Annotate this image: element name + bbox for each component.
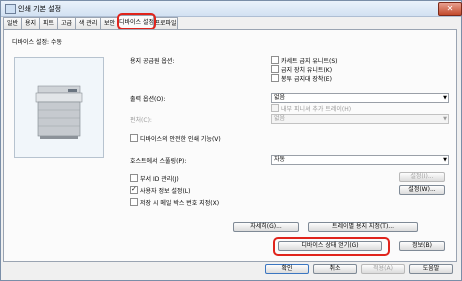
cassette-feed-unit-checkbox[interactable] xyxy=(271,56,279,64)
cancel-button[interactable]: 취소 xyxy=(313,264,357,274)
dropdown-arrow-icon: ▼ xyxy=(443,116,447,122)
details-button[interactable]: 자세히(G)... xyxy=(233,222,299,232)
paper-by-tray-button[interactable]: 트레이별 용지 지정(T)... xyxy=(308,222,418,232)
tab-general[interactable]: 일반 xyxy=(3,17,22,29)
apply-button[interactable]: 적용(A) xyxy=(361,264,405,274)
dropdown-arrow-icon: ▼ xyxy=(443,157,447,163)
tab-advanced[interactable]: 고급 xyxy=(57,17,76,29)
spooling-value: 자동 xyxy=(274,156,286,163)
tab-fit[interactable]: 피트 xyxy=(39,17,58,29)
ok-button[interactable]: 확인 xyxy=(265,264,309,274)
department-id-checkbox[interactable] xyxy=(130,174,138,182)
get-device-status-button[interactable]: 디바이스 상태 얻기(G) xyxy=(278,241,382,251)
department-id-settings-button[interactable]: 설정(I)... xyxy=(399,172,445,182)
inner-tray-label: 내부 피니셔 추가 트레이(H) xyxy=(281,106,352,113)
user-info-label: 사용자 정보 설정(L) xyxy=(140,188,191,195)
mailbox-number-checkbox[interactable] xyxy=(130,198,138,206)
help-button[interactable]: 도움말 xyxy=(409,264,453,274)
mailbox-number-label: 저장 시 메일 박스 번호 지정(X) xyxy=(140,200,220,207)
envelope-feeder-checkbox[interactable] xyxy=(271,74,279,82)
info-button[interactable]: 정보(B) xyxy=(399,241,445,251)
dropdown-arrow-icon: ▼ xyxy=(443,95,447,101)
print-preferences-window: 인쇄 기본 설정 ✕ 일반 용지 피트 고급 색 관리 보안 디바이스 설정 프… xyxy=(0,0,462,281)
secure-print-label: 디바이스의 안전한 인쇄 기능(V) xyxy=(140,136,221,143)
tab-color-management[interactable]: 색 관리 xyxy=(75,17,101,29)
spooling-label: 호스트에서 스풀링(P): xyxy=(130,158,187,165)
window-title: 인쇄 기본 설정 xyxy=(18,5,62,13)
printer-icon xyxy=(5,4,16,14)
output-options-value: 없음 xyxy=(274,94,286,101)
tab-profile[interactable]: 프로파일 xyxy=(153,17,178,29)
title-bar[interactable]: 인쇄 기본 설정 ✕ xyxy=(1,1,462,17)
device-settings-mode: 디바이스 설정: 수동 xyxy=(12,39,62,46)
paper-source-options-label: 용지 공급원 옵션: xyxy=(130,58,175,65)
copier-illustration xyxy=(35,85,83,139)
checkmark-icon: ✓ xyxy=(131,185,137,193)
inner-tray-checkbox[interactable] xyxy=(271,104,279,112)
tab-highlight xyxy=(117,13,156,30)
close-button[interactable]: ✕ xyxy=(438,2,462,16)
output-options-select[interactable]: 없음 ▼ xyxy=(271,93,449,103)
secure-print-checkbox[interactable] xyxy=(130,134,138,142)
spooling-select[interactable]: 자동 ▼ xyxy=(271,155,449,165)
output-options-label: 출력 옵션(O): xyxy=(130,96,166,103)
envelope-feeder-label: 봉투 급지대 장착(E) xyxy=(281,76,332,83)
puncher-value: 없음 xyxy=(274,115,286,122)
puncher-select[interactable]: 없음 ▼ xyxy=(271,114,449,124)
puncher-label: 펀처(C): xyxy=(130,117,152,124)
department-id-label: 부서 ID 관리(J) xyxy=(140,176,179,183)
user-info-settings-button[interactable]: 설정(W)... xyxy=(399,185,445,195)
user-info-checkbox[interactable]: ✓ xyxy=(130,185,138,194)
cassette-feed-unit-label: 카세트 급지 유니트(S) xyxy=(281,58,338,65)
paper-feeder-unit-label: 급지 장치 유니트(K) xyxy=(281,67,333,74)
paper-feeder-unit-checkbox[interactable] xyxy=(271,65,279,73)
tab-paper[interactable]: 용지 xyxy=(21,17,40,29)
device-preview xyxy=(14,57,104,158)
